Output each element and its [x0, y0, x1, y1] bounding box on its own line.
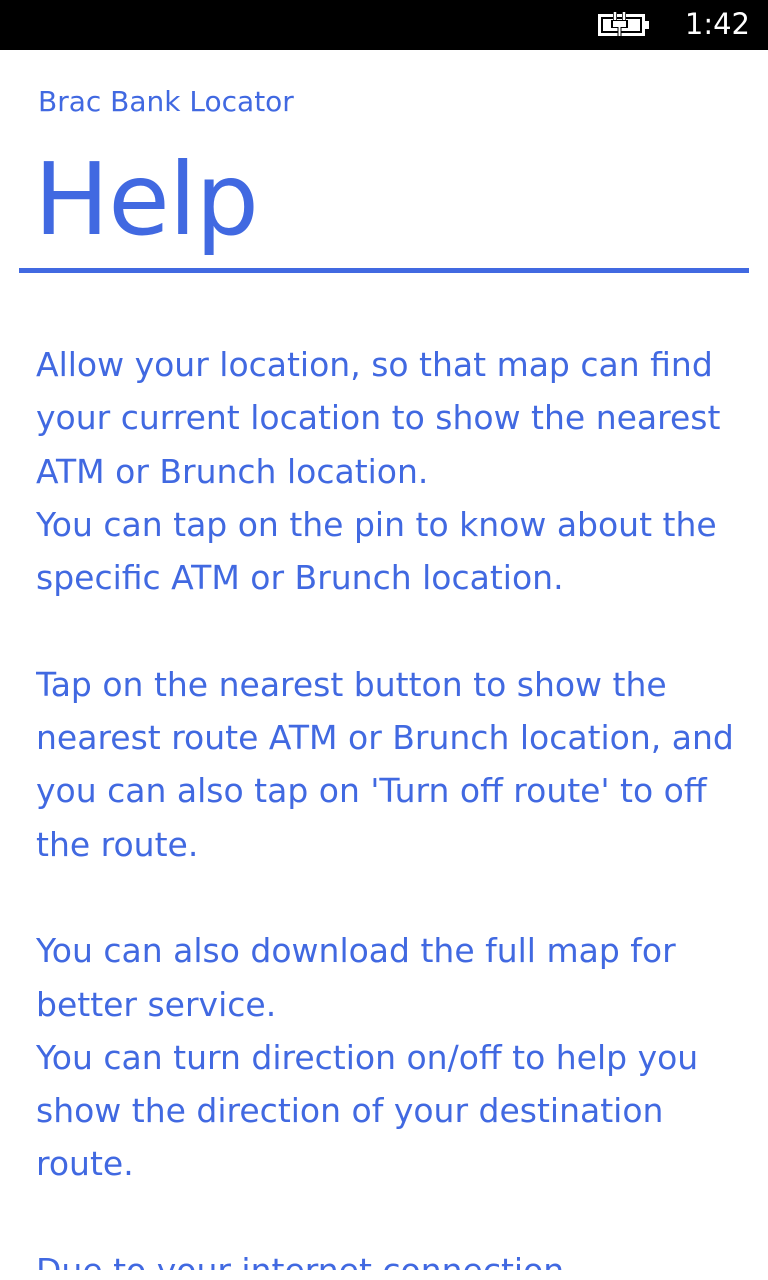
status-bar: 1:42 — [0, 0, 768, 50]
bottom-clip — [0, 1270, 768, 1280]
help-paragraph-map: You can also download the full map for b… — [36, 931, 699, 1184]
help-paragraph-location: Allow your location, so that map can fin… — [36, 345, 721, 598]
title-divider — [19, 268, 749, 273]
help-content[interactable]: Allow your location, so that map can fin… — [36, 338, 736, 1280]
app-title: Brac Bank Locator — [38, 85, 294, 118]
help-paragraph-route: Tap on the nearest button to show the ne… — [36, 664, 734, 864]
status-clock: 1:42 — [684, 7, 750, 41]
battery-charging-icon — [598, 12, 649, 36]
page-title: Help — [34, 141, 259, 258]
